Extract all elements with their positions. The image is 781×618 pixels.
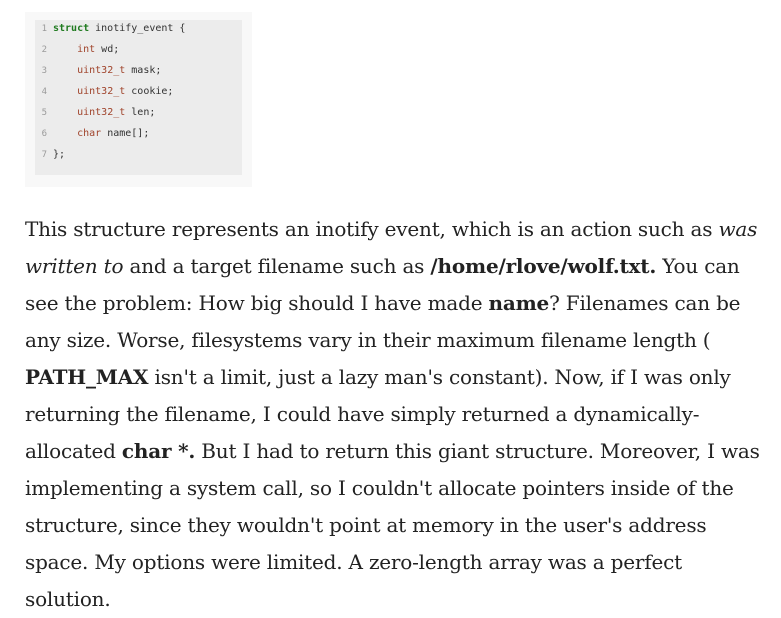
code-type: int (77, 44, 96, 55)
code-text: name[]; (101, 128, 150, 139)
code-text: inotify_event { (89, 23, 186, 34)
body-paragraph: This structure represents an inotify eve… (25, 211, 765, 618)
type-name: char *. (121, 439, 196, 463)
code-type: uint32_t (77, 86, 126, 97)
paragraph-text: This structure represents an inotify eve… (25, 217, 719, 241)
code-line: 2 int wd; (35, 41, 120, 59)
code-snippet-panel: 1 struct inotify_event { 2 int wd; 3 uint… (25, 12, 252, 187)
line-number: 7 (41, 150, 47, 160)
code-text: cookie; (125, 86, 174, 97)
field-name: name (488, 291, 550, 315)
code-line: 5 uint32_t len; (35, 104, 156, 122)
code-type: uint32_t (77, 107, 126, 118)
code-keyword: struct (53, 23, 90, 34)
line-number: 1 (41, 24, 47, 34)
code-line: 3 uint32_t mask; (35, 62, 162, 80)
code-text: len; (125, 107, 156, 118)
code-type: char (77, 128, 102, 139)
line-number: 4 (41, 87, 47, 97)
line-number: 6 (41, 129, 47, 139)
line-number: 3 (41, 66, 47, 76)
line-number: 2 (41, 45, 47, 55)
code-text: }; (53, 149, 66, 160)
paragraph-text: and a target filename such as (123, 254, 431, 278)
constant-name: PATH_MAX (25, 365, 149, 389)
file-path: /home/rlove/wolf.txt. (430, 254, 657, 278)
code-text: mask; (125, 65, 162, 76)
code-line: 6 char name[]; (35, 125, 150, 143)
code-block: 1 struct inotify_event { 2 int wd; 3 uint… (35, 20, 242, 175)
code-type: uint32_t (77, 65, 126, 76)
code-line: 7}; (35, 146, 65, 164)
code-line: 1 struct inotify_event { (35, 20, 186, 38)
line-number: 5 (41, 108, 47, 118)
paragraph-text: But I had to return this giant structure… (25, 439, 760, 611)
code-text: wd; (95, 44, 120, 55)
code-line: 4 uint32_t cookie; (35, 83, 174, 101)
